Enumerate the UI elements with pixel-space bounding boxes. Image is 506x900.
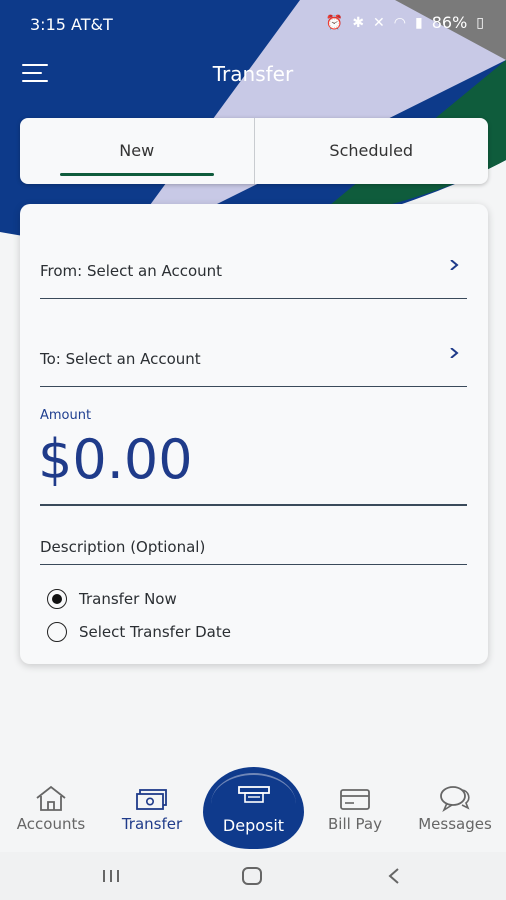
transfer-form: From: Select an Account To: Select an Ac…	[20, 204, 488, 664]
transfer-now-option[interactable]: Transfer Now	[47, 587, 177, 611]
chevron-right-icon	[450, 348, 459, 358]
home-button-icon[interactable]	[237, 864, 267, 888]
mute-icon: ✕	[373, 14, 385, 31]
wallet-icon	[340, 789, 370, 810]
status-time: 3:15 AT&T	[30, 15, 113, 34]
to-account-select[interactable]: To: Select an Account	[40, 336, 467, 387]
battery-icon: ▯	[476, 14, 484, 31]
nav-messages[interactable]: Messages	[405, 772, 505, 852]
radio-selected-icon	[47, 589, 67, 609]
alarm-icon: ⏰	[325, 14, 344, 31]
status-bar: 3:15 AT&T ⏰ ✱ ✕ ◠ ▮ 86% ▯	[0, 0, 506, 44]
from-account-select[interactable]: From: Select an Account	[40, 248, 467, 299]
check-deposit-icon	[238, 786, 270, 803]
page-title: Transfer	[212, 62, 294, 86]
nav-bill-pay[interactable]: Bill Pay	[305, 772, 405, 852]
tab-scheduled-label: Scheduled	[329, 141, 414, 160]
transfer-tabs: New Scheduled	[20, 118, 488, 184]
description-placeholder: Description (Optional)	[40, 538, 206, 556]
nav-deposit-button[interactable]: Deposit	[203, 767, 304, 849]
to-account-label: To: Select an Account	[40, 350, 201, 368]
nav-deposit-label: Deposit	[222, 816, 285, 835]
status-icons: ⏰ ✱ ✕ ◠ ▮ 86% ▯	[326, 13, 484, 32]
description-field[interactable]: Description (Optional)	[40, 534, 467, 565]
signal-icon: ▮	[415, 14, 423, 31]
money-icon	[136, 789, 167, 810]
amount-label: Amount	[40, 408, 92, 423]
recent-apps-icon[interactable]	[96, 864, 126, 888]
nav-accounts[interactable]: Accounts	[1, 772, 101, 852]
active-tab-indicator	[60, 173, 214, 176]
wifi-icon: ◠	[393, 14, 406, 31]
nav-transfer[interactable]: Transfer	[102, 772, 202, 852]
tab-scheduled[interactable]: Scheduled	[255, 118, 489, 184]
tab-new-label: New	[119, 141, 155, 160]
chevron-right-icon	[450, 260, 459, 270]
nav-accounts-label: Accounts	[16, 815, 86, 833]
amount-input[interactable]: $0.00	[38, 430, 193, 490]
chat-bubbles-icon	[440, 786, 470, 812]
nav-transfer-label: Transfer	[121, 815, 183, 833]
tab-new[interactable]: New	[20, 118, 255, 184]
battery-percent: 86%	[431, 13, 468, 32]
select-transfer-date-label: Select Transfer Date	[79, 623, 231, 641]
app-bar: Transfer	[0, 44, 506, 104]
from-account-label: From: Select an Account	[40, 262, 223, 280]
select-transfer-date-option[interactable]: Select Transfer Date	[47, 620, 231, 644]
nav-bill-pay-label: Bill Pay	[327, 815, 382, 833]
nav-messages-label: Messages	[418, 815, 492, 833]
home-icon	[36, 785, 66, 811]
transfer-now-label: Transfer Now	[79, 590, 177, 608]
back-icon[interactable]	[380, 864, 410, 888]
system-nav-bar	[0, 852, 506, 900]
amount-underline	[40, 504, 467, 506]
radio-unselected-icon	[47, 622, 67, 642]
bluetooth-icon: ✱	[352, 14, 365, 31]
